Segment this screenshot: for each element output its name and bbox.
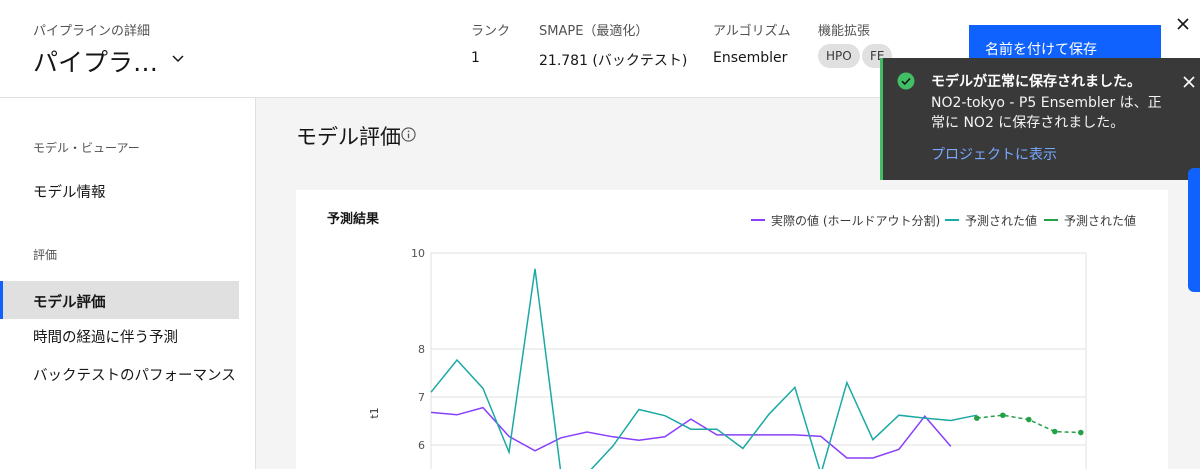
pipeline-name[interactable]: パイプラ… bbox=[33, 43, 158, 79]
toast-message: NO2-tokyo - P5 Ensembler は、正常に NO2 に保存され… bbox=[931, 95, 1162, 131]
tag-hpo: HPO bbox=[818, 44, 860, 68]
y-axis-label: t1 bbox=[368, 407, 381, 418]
prediction-chart-card: 予測結果 実際の値 (ホールドアウト分割) 予測された値 予測された値 6781… bbox=[296, 190, 1168, 469]
y-tick-label: 7 bbox=[418, 391, 425, 404]
sidebar-item-forecast-over-time[interactable]: 時間の経過に伴う予測 bbox=[0, 316, 239, 354]
sidebar-item-model-info[interactable]: モデル情報 bbox=[0, 171, 239, 209]
sidebar-item-model-evaluation[interactable]: モデル評価 bbox=[0, 281, 239, 319]
info-icon[interactable] bbox=[401, 127, 416, 142]
chevron-down-icon[interactable] bbox=[170, 50, 186, 66]
close-icon[interactable] bbox=[1182, 75, 1196, 89]
prediction-chart: 6 7 8 10 t1 bbox=[368, 247, 1087, 469]
sidebar-item-backtest-performance[interactable]: バックテストのパフォーマンス bbox=[0, 354, 239, 392]
rank-value: 1 bbox=[471, 50, 480, 66]
close-icon[interactable] bbox=[1173, 14, 1193, 34]
rank-label: ランク bbox=[471, 24, 511, 39]
sidebar-section-model-viewer: モデル・ビューアー bbox=[33, 141, 140, 155]
checkmark-filled-icon bbox=[897, 72, 915, 90]
plot-frame bbox=[430, 252, 1087, 469]
side-panel-tab[interactable] bbox=[1188, 168, 1200, 292]
series-point-2 bbox=[1000, 412, 1006, 419]
series-point-2 bbox=[1026, 416, 1032, 423]
algorithm-value: Ensembler bbox=[713, 50, 788, 66]
smape-value: 21.781 (バックテスト) bbox=[539, 53, 688, 69]
series-point-2 bbox=[974, 415, 980, 421]
smape-label: SMAPE（最適化） bbox=[539, 24, 649, 39]
algorithm-label: アルゴリズム bbox=[713, 24, 791, 39]
y-tick-label: 6 bbox=[418, 439, 425, 452]
toast-title: モデルが正常に保存されました。 bbox=[931, 74, 1141, 90]
y-tick-label: 10 bbox=[411, 247, 425, 260]
sidebar-section-evaluation: 評価 bbox=[33, 248, 58, 262]
success-toast: モデルが正常に保存されました。 NO2-tokyo - P5 Ensembler… bbox=[880, 58, 1200, 180]
sidebar: モデル・ビューアー モデル情報 評価 モデル評価 時間の経過に伴う予測 バックテ… bbox=[0, 98, 256, 469]
view-in-project-link[interactable]: プロジェクトに表示 bbox=[931, 144, 1057, 164]
series-point-2 bbox=[1052, 428, 1058, 435]
features-label: 機能拡張 bbox=[818, 24, 871, 39]
y-tick-label: 8 bbox=[418, 343, 425, 356]
series-point-2 bbox=[1078, 429, 1084, 436]
page-title: モデル評価 bbox=[296, 125, 401, 149]
page-subtitle: パイプラインの詳細 bbox=[33, 24, 151, 39]
